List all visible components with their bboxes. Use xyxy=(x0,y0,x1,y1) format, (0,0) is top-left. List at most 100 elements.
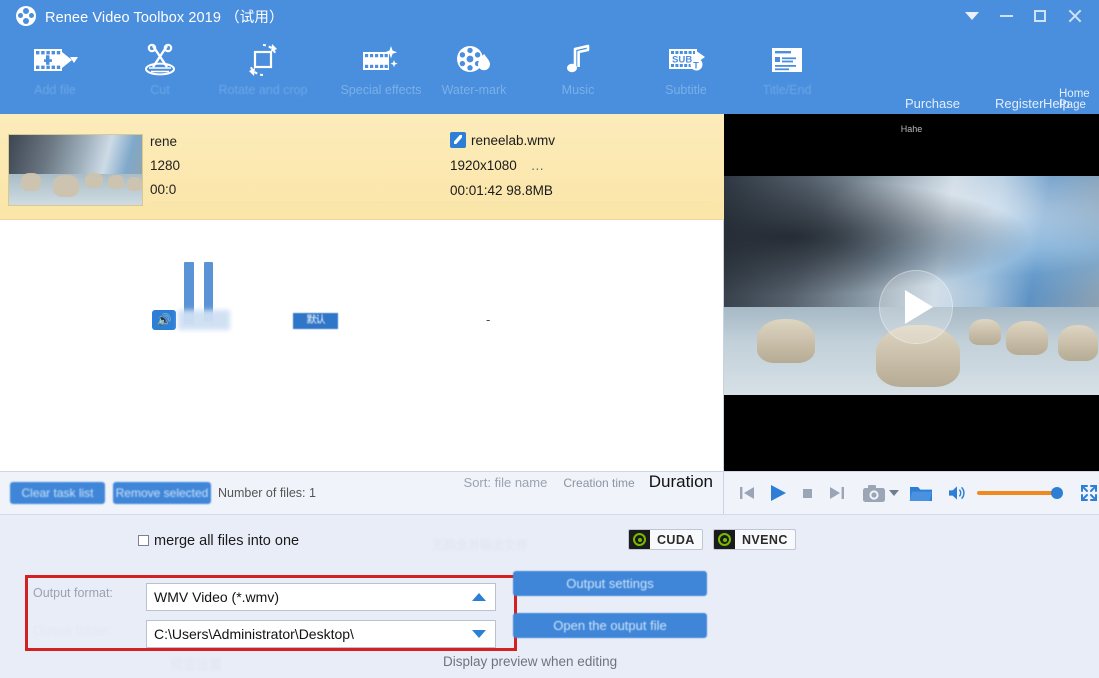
toolbar-item-title-end[interactable]: Title/End xyxy=(732,38,842,114)
output-settings-button[interactable]: Output settings xyxy=(513,571,707,596)
sort-option-duration[interactable]: Duration xyxy=(649,472,713,492)
minimize-button[interactable] xyxy=(989,0,1023,32)
bottom-panel: merge all files into one 无损合并输出文件 CUDA N… xyxy=(0,514,1099,678)
crop-rotate-icon xyxy=(243,38,283,82)
play-circle-icon[interactable] xyxy=(879,270,953,344)
toolbar-item-cut[interactable]: Cut xyxy=(105,38,215,114)
title-bar: Renee Video Toolbox 2019 （试用） xyxy=(0,0,1099,32)
maximize-button[interactable] xyxy=(1023,0,1057,32)
subtitle-icon: SUB T xyxy=(665,38,707,82)
home-page-link-line2[interactable]: Page xyxy=(1059,99,1086,111)
source-file-name: rene xyxy=(150,134,178,149)
preview-video-frame xyxy=(724,176,1099,395)
open-folder-button[interactable] xyxy=(909,484,933,503)
nvenc-badge[interactable]: NVENC xyxy=(713,529,796,550)
source-duration: 00:0 xyxy=(150,182,177,197)
toolbar-label-cut: Cut xyxy=(150,83,170,97)
output-more-ellipsis[interactable]: … xyxy=(531,158,545,173)
snapshot-dropdown[interactable] xyxy=(889,490,899,496)
window-controls xyxy=(955,0,1091,32)
output-resolution: 1920x1080 xyxy=(450,158,517,173)
toolbar-label-subtitle: Subtitle xyxy=(665,83,707,97)
speaker-icon[interactable]: 🔊 xyxy=(152,310,176,330)
row-status-dash: - xyxy=(486,312,491,327)
clear-task-list-button[interactable]: Clear task list xyxy=(10,482,105,504)
file-list-toolbar: Clear task list Remove selected Number o… xyxy=(0,471,724,514)
snapshot-button[interactable] xyxy=(862,484,886,503)
next-frame-button[interactable] xyxy=(828,484,846,502)
toolbar-label-title-end: Title/End xyxy=(762,83,812,97)
preview-watermark: Hahe xyxy=(900,124,923,134)
play-button[interactable] xyxy=(768,483,788,503)
toolbar-label-watermark: Water-mark xyxy=(441,83,507,97)
toolbar-label-rotate-crop: Rotate and crop xyxy=(218,83,308,97)
toolbar-label-special-effects: Special effects xyxy=(340,83,422,97)
main-toolbar: Add file Cut Rotate and crop Special eff… xyxy=(0,32,1099,114)
svg-text:SUB: SUB xyxy=(672,55,692,66)
toolbar-label-music: Music xyxy=(561,83,595,97)
toolbar-item-add-file[interactable]: Add file xyxy=(0,38,110,114)
preview-settings-ghost-label: 预览设置 xyxy=(170,657,223,672)
open-output-file-button[interactable]: Open the output file xyxy=(513,613,707,638)
volume-button[interactable] xyxy=(947,484,967,502)
chevron-down-icon xyxy=(889,490,899,496)
video-thumbnail xyxy=(8,134,143,206)
output-format-value[interactable] xyxy=(154,589,464,605)
checkbox-icon[interactable] xyxy=(138,535,149,546)
file-list: rene 1280 00:0 reneelab.wmv 1920x1080 … … xyxy=(0,114,724,471)
nvidia-eye-icon xyxy=(629,530,650,549)
cuda-label: CUDA xyxy=(657,532,695,547)
output-settings-group: Output format: Output folder: xyxy=(25,575,517,651)
app-logo-icon xyxy=(16,6,36,26)
toolbar-item-subtitle[interactable]: SUB T Subtitle xyxy=(631,38,741,114)
chevron-down-icon xyxy=(965,12,979,20)
output-file-info: reneelab.wmv 1920x1080 … 00:01:42 98.8MB xyxy=(450,128,555,203)
output-format-select[interactable] xyxy=(146,583,496,611)
svg-text:T: T xyxy=(693,60,699,70)
source-resolution: 1280 xyxy=(150,158,181,173)
merge-files-label: merge all files into one xyxy=(154,533,300,549)
music-note-icon xyxy=(561,38,595,82)
chevron-down-icon[interactable] xyxy=(472,630,486,638)
output-duration-size: 00:01:42 98.8MB xyxy=(450,183,553,198)
nvenc-label: NVENC xyxy=(742,532,788,547)
file-count-label: Number of files: 1 xyxy=(218,486,316,500)
purchase-link[interactable]: Purchase xyxy=(905,96,960,111)
stop-button[interactable] xyxy=(800,485,816,501)
merge-files-checkbox[interactable]: merge all files into one xyxy=(138,533,299,549)
player-controls xyxy=(724,471,1099,514)
output-folder-label: Output folder: xyxy=(33,623,112,638)
chevron-up-icon[interactable] xyxy=(472,593,486,601)
sort-label[interactable]: Sort: file name xyxy=(464,475,548,490)
source-file-info: rene 1280 00:0 xyxy=(150,130,180,202)
sort-option-creation-time[interactable]: Creation time xyxy=(563,476,634,490)
close-button[interactable] xyxy=(1057,0,1091,32)
volume-slider-knob[interactable] xyxy=(1051,487,1063,499)
edit-pencil-icon[interactable] xyxy=(450,132,466,148)
register-link[interactable]: Register xyxy=(995,96,1043,111)
dropdown-menu-button[interactable] xyxy=(955,0,989,32)
toolbar-item-music[interactable]: Music xyxy=(523,38,633,114)
scissors-icon xyxy=(140,38,180,82)
remove-selected-button[interactable]: Remove selected xyxy=(113,482,211,504)
fullscreen-button[interactable] xyxy=(1079,483,1099,503)
lossless-merge-hint: 无损合并输出文件 xyxy=(432,538,529,552)
volume-slider[interactable] xyxy=(977,487,1063,499)
toolbar-item-watermark[interactable]: Water-mark xyxy=(419,38,529,114)
cuda-badge[interactable]: CUDA xyxy=(628,529,703,550)
row-divider xyxy=(150,202,710,203)
previous-frame-button[interactable] xyxy=(738,484,756,502)
close-icon xyxy=(1067,9,1081,23)
status-badge: 默认 xyxy=(293,313,338,329)
toolbar-item-rotate-crop[interactable]: Rotate and crop xyxy=(208,38,318,114)
output-folder-value[interactable] xyxy=(154,626,464,642)
nvidia-eye-icon xyxy=(714,530,735,549)
output-folder-select[interactable] xyxy=(146,620,496,648)
toolbar-label-add-file: Add file xyxy=(34,83,76,97)
display-preview-label[interactable]: Display preview when editing xyxy=(443,654,617,669)
blur-overlay xyxy=(178,310,230,330)
minimize-icon xyxy=(999,15,1013,17)
video-preview-player[interactable]: Hahe xyxy=(724,114,1099,471)
sort-controls: Sort: file name Creation time Duration xyxy=(464,472,713,515)
table-row[interactable]: rene 1280 00:0 reneelab.wmv 1920x1080 … … xyxy=(0,114,724,220)
